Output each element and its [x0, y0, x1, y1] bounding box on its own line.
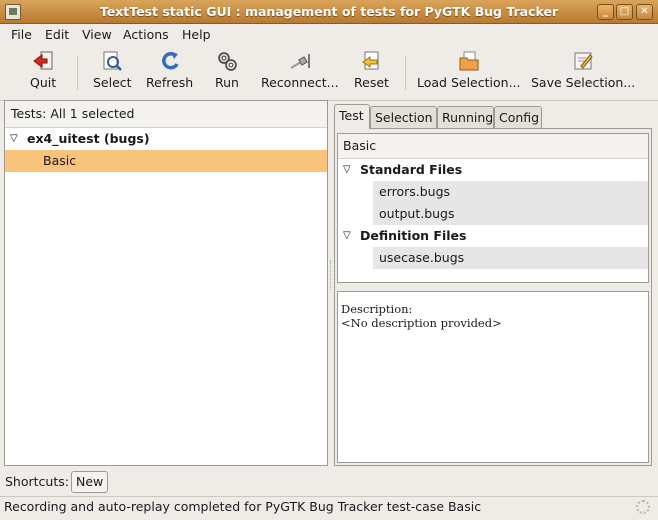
menu-help[interactable]: Help — [182, 27, 211, 42]
status-text: Recording and auto-replay completed for … — [4, 499, 482, 514]
file-tree: Basic ▽ Standard Files errors.bugs outpu… — [337, 133, 649, 283]
load-selection-label: Load Selection... — [417, 75, 521, 90]
new-shortcut-button[interactable]: New — [70, 471, 109, 493]
test-suite-row[interactable]: ▽ ex4_uitest (bugs) — [5, 128, 327, 150]
test-case-row[interactable]: Basic — [5, 150, 327, 172]
test-tree-panel: Tests: All 1 selected ▽ ex4_uitest (bugs… — [4, 100, 328, 466]
file-row[interactable]: errors.bugs — [373, 181, 648, 203]
category-row[interactable]: ▽ Definition Files — [338, 225, 648, 247]
test-case-label: Basic — [43, 153, 77, 168]
category-row[interactable]: ▽ Standard Files — [338, 159, 648, 181]
toolbar-separator — [405, 56, 406, 90]
file-tree-header[interactable]: Basic — [338, 134, 648, 159]
expander-triangle-icon[interactable]: ▽ — [343, 225, 351, 247]
quit-button[interactable]: Quit — [30, 50, 56, 90]
tab-selection[interactable]: Selection — [370, 106, 437, 128]
toolbar-separator — [77, 56, 78, 90]
shortcuts-label: Shortcuts: — [5, 474, 69, 489]
info-notebook: Test Selection Running Config Basic ▽ St… — [334, 104, 652, 466]
quit-icon — [32, 50, 54, 72]
expander-triangle-icon[interactable]: ▽ — [343, 159, 351, 181]
tab-config[interactable]: Config — [494, 106, 542, 128]
plug-icon — [289, 50, 311, 72]
select-button[interactable]: Select — [93, 50, 132, 90]
file-row[interactable]: output.bugs — [373, 203, 648, 225]
window-title: TextTest static GUI : management of test… — [99, 4, 559, 19]
status-bar: Recording and auto-replay completed for … — [0, 496, 658, 520]
run-label: Run — [215, 75, 239, 90]
refresh-button[interactable]: Refresh — [146, 50, 193, 90]
menu-edit[interactable]: Edit — [45, 27, 69, 42]
expander-triangle-icon[interactable]: ▽ — [10, 128, 18, 150]
load-selection-button[interactable]: Load Selection... — [417, 50, 521, 90]
save-selection-label: Save Selection... — [531, 75, 636, 90]
shortcuts-bar: Shortcuts: New — [5, 470, 109, 494]
save-selection-button[interactable]: Save Selection... — [531, 50, 635, 90]
maximize-button[interactable]: □ — [616, 4, 633, 20]
test-tab-body: Basic ▽ Standard Files errors.bugs outpu… — [334, 128, 652, 466]
refresh-icon — [159, 50, 181, 72]
reset-button[interactable]: Reset — [354, 50, 389, 90]
tab-test[interactable]: Test — [334, 104, 370, 129]
menu-actions[interactable]: Actions — [123, 27, 169, 42]
category-label: Standard Files — [360, 162, 463, 177]
gears-icon — [216, 50, 238, 72]
refresh-label: Refresh — [146, 75, 194, 90]
minimize-button[interactable]: _ — [597, 4, 614, 20]
close-button[interactable]: ✕ — [636, 4, 653, 20]
save-edit-icon — [572, 50, 594, 72]
category-label: Definition Files — [360, 228, 467, 243]
folder-open-icon — [458, 50, 480, 72]
description-text: <No description provided> — [341, 316, 502, 330]
reconnect-button[interactable]: Reconnect... — [261, 50, 339, 90]
tests-column-header[interactable]: Tests: All 1 selected — [5, 101, 327, 128]
menu-view[interactable]: View — [82, 27, 112, 42]
title-bar: TextTest static GUI : management of test… — [0, 0, 658, 24]
file-label: usecase.bugs — [379, 250, 465, 265]
menu-bar: File Edit View Actions Help — [0, 24, 658, 46]
suite-label: ex4_uitest (bugs) — [27, 131, 150, 146]
tab-running[interactable]: Running — [437, 106, 494, 128]
reset-icon — [360, 50, 382, 72]
toolbar: Quit Select Refresh Run Reconnect... Res… — [0, 46, 658, 101]
run-button[interactable]: Run — [215, 50, 239, 90]
throbber-icon — [636, 500, 650, 514]
description-heading: Description: — [341, 302, 413, 316]
reset-label: Reset — [354, 75, 389, 90]
select-icon — [101, 50, 123, 72]
menu-file[interactable]: File — [11, 27, 32, 42]
reconnect-label: Reconnect... — [261, 75, 339, 90]
file-label: output.bugs — [379, 206, 455, 221]
file-label: errors.bugs — [379, 184, 451, 199]
file-row[interactable]: usecase.bugs — [373, 247, 648, 269]
quit-label: Quit — [30, 75, 57, 90]
description-textview[interactable]: Description: <No description provided> — [337, 291, 649, 463]
select-label: Select — [93, 75, 132, 90]
